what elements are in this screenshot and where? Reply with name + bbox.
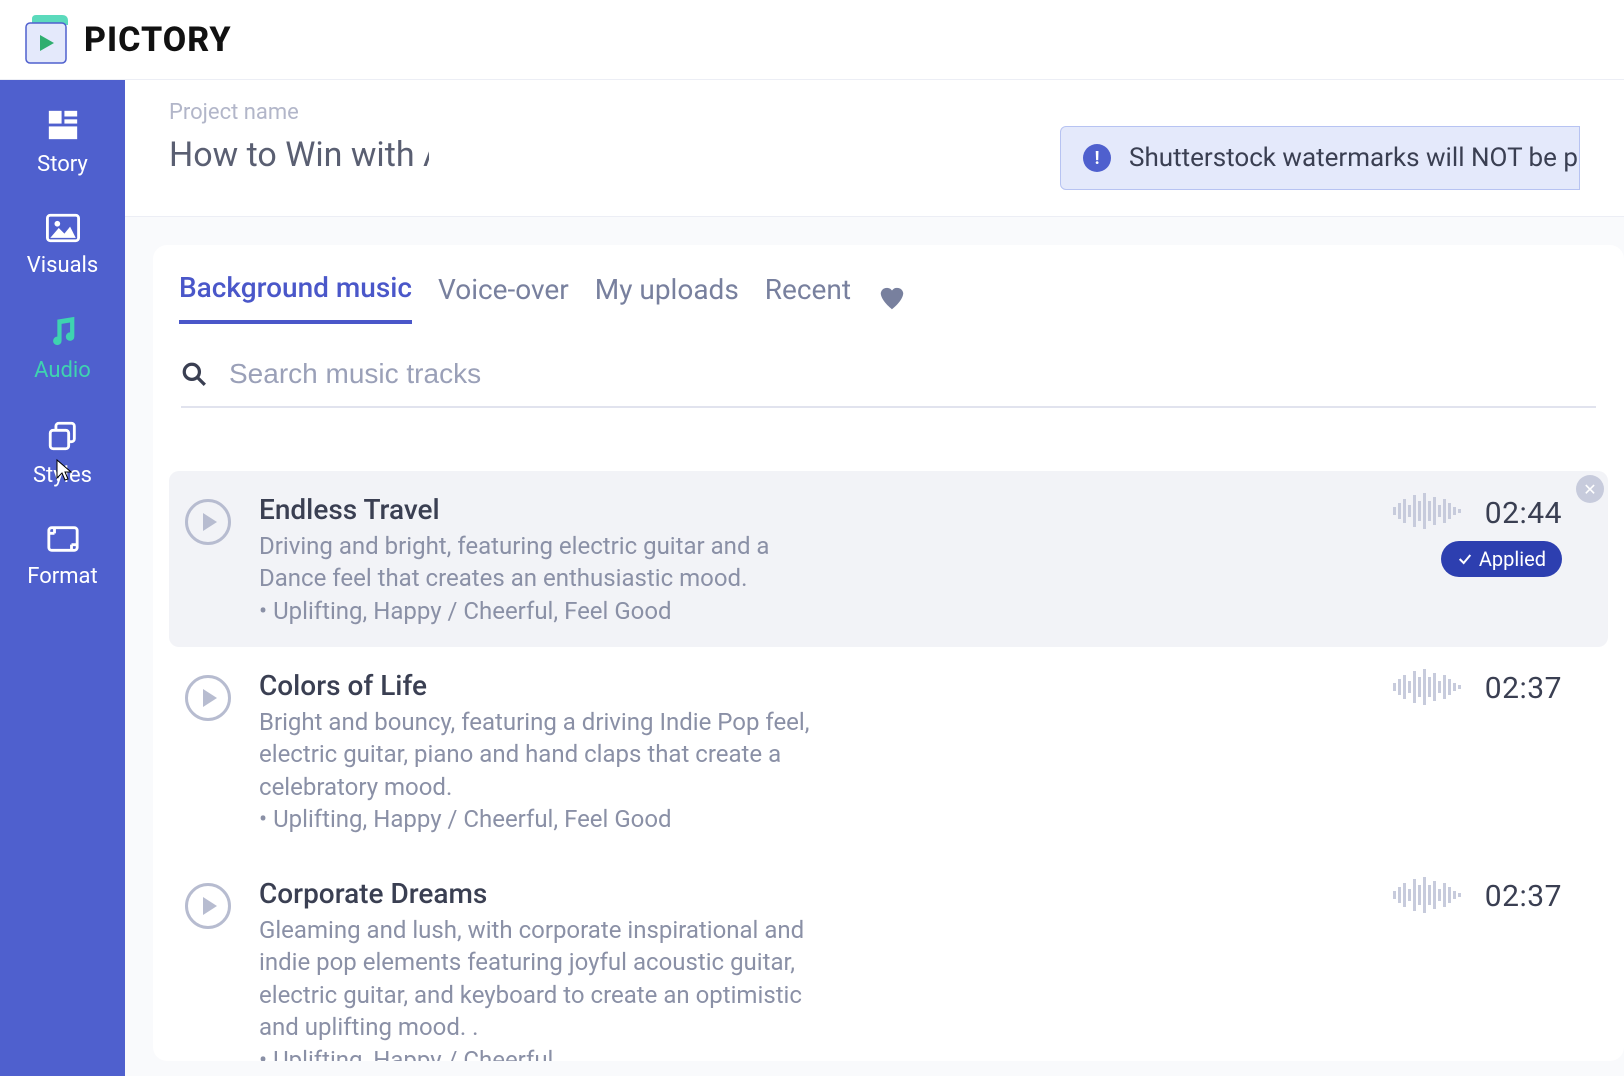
- track-row[interactable]: ✕ Endless Travel Driving and bright, fea…: [169, 471, 1608, 647]
- tab-voice-over[interactable]: Voice-over: [438, 273, 569, 322]
- logo-icon: [22, 15, 70, 65]
- project-header: Project name How to Win with Affi(! ! Sh…: [125, 80, 1624, 217]
- info-icon: !: [1083, 144, 1111, 172]
- sidebar-item-visuals[interactable]: Visuals: [0, 213, 125, 278]
- copy-icon: [46, 419, 80, 453]
- play-button[interactable]: [185, 675, 231, 721]
- search-icon: [181, 361, 207, 387]
- track-row[interactable]: Corporate Dreams Gleaming and lush, with…: [169, 855, 1608, 1061]
- track-tags: Uplifting, Happy / Cheerful, Feel Good: [259, 805, 1355, 833]
- play-button[interactable]: [185, 499, 231, 545]
- sidebar-item-label: Format: [27, 564, 97, 589]
- project-name-value[interactable]: How to Win with Affi(!: [169, 135, 429, 175]
- track-duration: 02:37: [1485, 671, 1562, 706]
- tab-recent[interactable]: Recent: [765, 273, 851, 322]
- waveform-icon: [1393, 493, 1463, 533]
- track-list[interactable]: ✕ Endless Travel Driving and bright, fea…: [153, 455, 1624, 1061]
- play-button[interactable]: [185, 883, 231, 929]
- sidebar-item-label: Styles: [33, 463, 92, 488]
- audio-panel: Background music Voice-over My uploads R…: [153, 245, 1624, 1061]
- track-title: Colors of Life: [259, 669, 1355, 702]
- audio-tabs: Background music Voice-over My uploads R…: [153, 245, 1624, 324]
- sidebar-item-format[interactable]: Format: [0, 524, 125, 589]
- sidebar-item-audio[interactable]: Audio: [0, 314, 125, 383]
- track-description: Bright and bouncy, featuring a driving I…: [259, 706, 819, 803]
- brand-name: PICTORY: [84, 20, 232, 60]
- tab-background-music[interactable]: Background music: [179, 271, 412, 324]
- crop-icon: [46, 524, 80, 554]
- sidebar-item-story[interactable]: Story: [0, 108, 125, 177]
- waveform-icon: [1393, 877, 1463, 917]
- project-name-label: Project name: [169, 100, 429, 125]
- sidebar-item-styles[interactable]: Styles: [0, 419, 125, 488]
- search-row: [181, 358, 1596, 408]
- search-input[interactable]: [229, 358, 1596, 390]
- favorites-icon[interactable]: [877, 283, 907, 313]
- waveform-icon: [1393, 669, 1463, 709]
- sidebar-item-label: Audio: [34, 358, 91, 383]
- sidebar: Story Visuals Audio Styles: [0, 80, 125, 1076]
- track-duration: 02:37: [1485, 879, 1562, 914]
- content-area: Project name How to Win with Affi(! ! Sh…: [125, 80, 1624, 1076]
- track-tags: Uplifting, Happy / Cheerful: [259, 1046, 1355, 1061]
- sidebar-item-label: Visuals: [27, 253, 99, 278]
- track-title: Corporate Dreams: [259, 877, 1355, 910]
- notice-text: Shutterstock watermarks will NOT be pre: [1129, 143, 1580, 173]
- close-icon[interactable]: ✕: [1576, 475, 1604, 503]
- sidebar-item-label: Story: [37, 152, 88, 177]
- track-description: Gleaming and lush, with corporate inspir…: [259, 914, 819, 1044]
- track-tags: Uplifting, Happy / Cheerful, Feel Good: [259, 597, 1355, 625]
- track-description: Driving and bright, featuring electric g…: [259, 530, 819, 595]
- watermark-notice: ! Shutterstock watermarks will NOT be pr…: [1060, 126, 1580, 190]
- track-title: Endless Travel: [259, 493, 1355, 526]
- track-duration: 02:44: [1485, 496, 1562, 531]
- track-row[interactable]: Colors of Life Bright and bouncy, featur…: [169, 647, 1608, 855]
- music-note-icon: [46, 314, 80, 348]
- applied-badge: Applied: [1441, 541, 1562, 577]
- grid-icon: [46, 108, 80, 142]
- image-icon: [46, 213, 80, 243]
- app-header: PICTORY: [0, 0, 1624, 80]
- tab-my-uploads[interactable]: My uploads: [595, 273, 739, 322]
- brand-logo[interactable]: PICTORY: [22, 15, 232, 65]
